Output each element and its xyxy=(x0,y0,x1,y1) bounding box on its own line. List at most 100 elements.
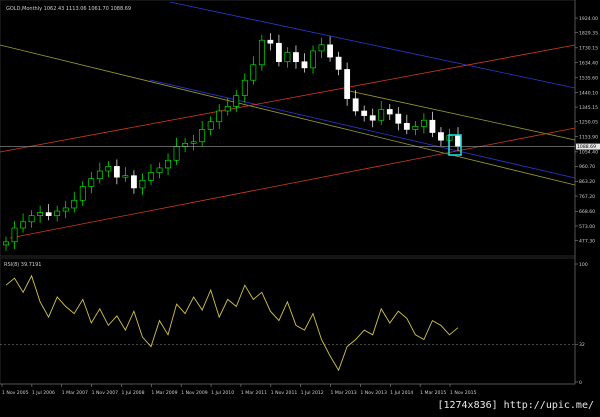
price-tick-label: 1730.15 xyxy=(579,46,598,52)
candle-body xyxy=(88,178,95,187)
candle-body xyxy=(420,119,427,127)
candle-body xyxy=(369,115,376,121)
candle-body xyxy=(301,61,308,69)
price-tick-label: 960.70 xyxy=(579,164,595,170)
price-tick-label: 1153.90 xyxy=(579,134,598,140)
rsi-axis: 100 32 0 xyxy=(575,262,588,386)
candle-body xyxy=(352,98,359,112)
candle-body xyxy=(148,172,154,181)
candle-body xyxy=(455,135,461,147)
candle-body xyxy=(293,52,299,63)
price-axis: 1924.00 1829.35 1730.15 1634.40 1535.60 1440.… xyxy=(575,16,598,245)
candle-body xyxy=(96,170,103,180)
candle-body xyxy=(276,42,282,63)
price-tick-label: 1535.60 xyxy=(579,76,598,82)
candle-body xyxy=(62,207,69,212)
trendline xyxy=(149,79,576,179)
candle-body xyxy=(3,241,9,246)
candle-body xyxy=(344,69,351,99)
price-tick-label: 1634.40 xyxy=(579,60,598,66)
time-tick-label: 1 Mar 2009 xyxy=(151,390,177,396)
candle-body xyxy=(412,126,419,130)
chart-canvas[interactable]: GOLD,Monthly 1062.43 1113.06 1061.70 108… xyxy=(0,0,600,413)
candle-body xyxy=(190,141,197,144)
time-tick-label: 1 Nov 2011 xyxy=(271,390,298,396)
price-tick-label: 477.30 xyxy=(579,239,595,245)
chart-window: GOLD,Monthly 1062.43 1113.06 1061.70 108… xyxy=(0,0,600,413)
candle-body xyxy=(395,113,402,124)
time-tick-label: 1 Mar 2011 xyxy=(241,390,267,396)
price-tick-label: 1440.10 xyxy=(579,90,598,96)
candle-body xyxy=(267,39,274,44)
rsi-tick-label: 32 xyxy=(579,342,585,348)
candle-body xyxy=(37,212,44,216)
candle-body xyxy=(429,119,436,133)
candle-body xyxy=(54,210,61,216)
candle-body xyxy=(105,166,112,172)
time-tick-label: 1 Jul 2010 xyxy=(211,390,234,396)
time-tick-label: 1 Mar 2015 xyxy=(420,390,446,396)
candle-body xyxy=(335,56,342,70)
time-tick-label: 1 Nov 2005 xyxy=(2,390,29,396)
candle-body xyxy=(233,95,240,107)
price-candles xyxy=(3,33,461,251)
time-axis: 1 Nov 2005 1 Jul 2006 1 Mar 2007 1 Nov 2007… xyxy=(1,384,477,396)
candle-body xyxy=(438,132,444,141)
candle-body xyxy=(131,175,137,189)
candle-body xyxy=(173,146,180,161)
candle-body xyxy=(250,64,257,81)
rsi-plot-frame xyxy=(0,257,576,385)
candle-body xyxy=(310,50,316,69)
candle-body xyxy=(386,109,393,115)
trendline xyxy=(169,1,576,89)
candle-body xyxy=(241,79,248,96)
candle-body xyxy=(207,121,214,130)
candle-body xyxy=(378,109,385,121)
time-tick-label: 1 Jul 2012 xyxy=(301,390,324,396)
candle-body xyxy=(122,175,129,178)
price-tick-label: 767.20 xyxy=(579,194,595,200)
rsi-line xyxy=(5,274,459,372)
candle-body xyxy=(216,110,223,123)
time-tick-label: 1 Jul 2014 xyxy=(390,390,413,396)
candle-body xyxy=(284,52,291,63)
candle-body xyxy=(258,39,265,66)
candle-body xyxy=(327,44,333,58)
candle-body xyxy=(20,221,26,229)
time-tick-label: 1 Mar 2013 xyxy=(331,390,357,396)
main-plot-frame xyxy=(0,0,576,257)
main-chart-header: GOLD,Monthly 1062.43 1113.06 1061.70 108… xyxy=(6,6,131,12)
time-tick-label: 1 Nov 2015 xyxy=(450,390,477,396)
candle-body xyxy=(71,199,78,209)
rsi-header: RSI(8) 39.7191 xyxy=(4,262,41,268)
rsi-tick-label: 0 xyxy=(579,380,582,386)
candle-body xyxy=(139,179,146,189)
time-tick-label: 1 Jul 2008 xyxy=(121,390,144,396)
candle-body xyxy=(79,186,86,201)
trendline xyxy=(9,127,576,239)
candle-body xyxy=(224,106,231,112)
price-tick-label: 573.00 xyxy=(579,224,595,230)
price-tick-label: 1250.05 xyxy=(579,120,598,126)
price-tick-label: 1345.15 xyxy=(579,105,598,111)
price-tick-label: 668.60 xyxy=(579,209,595,215)
time-tick-label: 1 Nov 2013 xyxy=(360,390,387,396)
price-tick-label: 863.20 xyxy=(579,179,595,185)
time-tick-label: 1 Jul 2006 xyxy=(32,390,55,396)
candle-body xyxy=(199,129,206,143)
candle-body xyxy=(318,44,325,52)
price-badge-label: 1088.69 xyxy=(577,144,596,150)
time-tick-label: 1 Nov 2009 xyxy=(181,390,208,396)
candle-body xyxy=(45,212,52,216)
candle-body xyxy=(11,227,18,243)
candle-body xyxy=(403,123,410,130)
trendlines[interactable] xyxy=(0,1,576,239)
watermark: [1274x836] http://upic.me/ xyxy=(435,400,596,411)
rsi-tick-label: 100 xyxy=(579,262,588,268)
time-tick-label: 1 Mar 2007 xyxy=(62,390,88,396)
candle-body xyxy=(182,143,188,147)
candle-body xyxy=(28,215,35,223)
candle-body xyxy=(156,167,163,173)
price-tick-label: 1829.35 xyxy=(579,30,598,36)
price-tick-label: 1054.40 xyxy=(579,150,598,156)
